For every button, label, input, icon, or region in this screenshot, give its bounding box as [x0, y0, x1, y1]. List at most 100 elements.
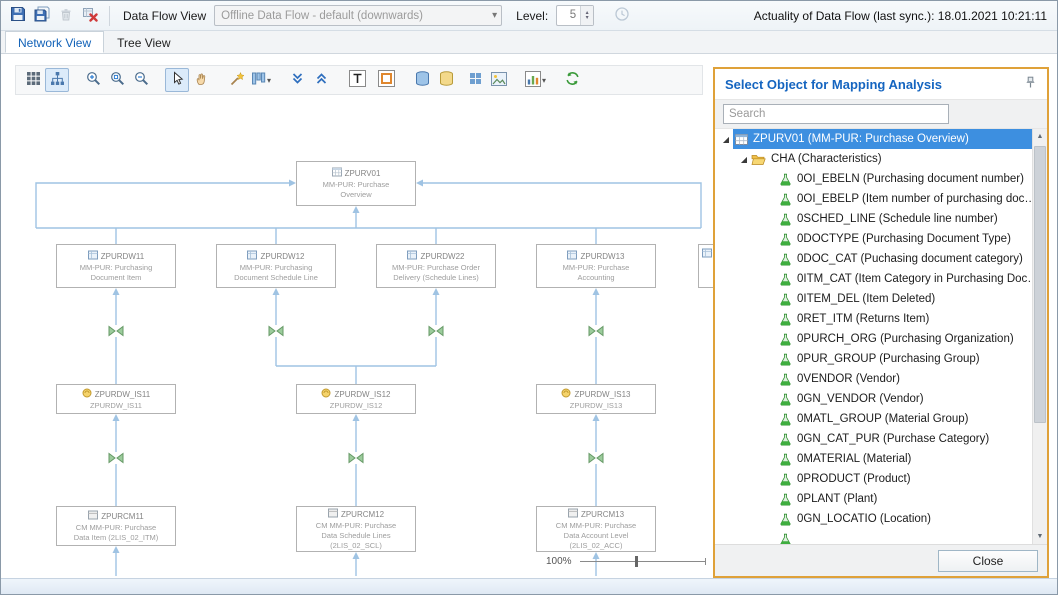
- collapse-all-button[interactable]: [285, 68, 309, 92]
- chart-icon: [525, 71, 541, 90]
- zoom-100-icon: [110, 71, 125, 89]
- show-sources-button[interactable]: [410, 68, 434, 92]
- tree-item-characteristic[interactable]: 0ITEM_DEL (Item Deleted): [715, 289, 1032, 309]
- diagram-node-zpurdw11[interactable]: ZPURDW11MM-PUR: PurchasingDocument Item: [56, 244, 176, 288]
- adso-icon: [567, 250, 577, 263]
- tree-item-characteristic[interactable]: 0OI_EBELN (Purchasing document number): [715, 169, 1032, 189]
- tree-item-characteristic[interactable]: 0SCHED_LINE (Schedule line number): [715, 209, 1032, 229]
- adso-icon: [702, 248, 712, 261]
- refresh-button[interactable]: [560, 68, 584, 92]
- tree-item-characteristic[interactable]: 0DOC_CAT (Puchasing document category): [715, 249, 1032, 269]
- save-button[interactable]: [6, 4, 30, 28]
- characteristic-icon: [779, 373, 792, 386]
- data-flow-dropdown[interactable]: Offline Data Flow - default (downwards) …: [214, 5, 502, 26]
- mapping-analysis-panel: Select Object for Mapping Analysis ◢ ZPU…: [713, 67, 1049, 578]
- zoom-out-icon: [134, 71, 149, 89]
- schedule-sync-button[interactable]: [610, 4, 634, 28]
- tree-item-characteristic[interactable]: 0PURCH_ORG (Purchasing Organization): [715, 329, 1032, 349]
- tree-item-characteristic[interactable]: 0VENDOR (Vendor): [715, 369, 1032, 389]
- pin-button[interactable]: [1021, 75, 1039, 93]
- characteristic-icon: [779, 213, 792, 226]
- tree-item-characteristic[interactable]: 0GN_LOCATIO (Location): [715, 509, 1032, 529]
- snap-grid-button[interactable]: [21, 68, 45, 92]
- diagram-node-zpurcm11[interactable]: ZPURCM11CM MM-PUR: PurchaseData Item (2L…: [56, 506, 176, 546]
- tree-item-characteristic[interactable]: 0DOCTYPE (Purchasing Document Type): [715, 229, 1032, 249]
- tree-item-characteristic[interactable]: 0ITM_CAT (Item Category in Purchasing Do…: [715, 269, 1032, 289]
- diagram-node-zpurdw12[interactable]: ZPURDW12MM-PUR: PurchasingDocument Sched…: [216, 244, 336, 288]
- analysis-view-button[interactable]: ▾: [523, 68, 548, 92]
- scrollbar-track[interactable]: [1033, 144, 1047, 529]
- tree-item-characteristic[interactable]: 0PUR_GROUP (Purchasing Group): [715, 349, 1032, 369]
- diagram-node-zpurdw_is13[interactable]: ZPURDW_IS13ZPURDW_IS13: [536, 384, 656, 414]
- auto-layout-button[interactable]: [225, 68, 249, 92]
- pan-tool-button[interactable]: [189, 68, 213, 92]
- text-icon: [349, 70, 366, 90]
- expander-icon[interactable]: ◢: [737, 155, 751, 164]
- zoom-control[interactable]: 100%: [546, 555, 706, 568]
- characteristic-icon: [779, 473, 792, 486]
- panel-search-area: [715, 99, 1047, 129]
- folder-icon: [751, 153, 766, 166]
- tree-item-characteristic[interactable]: 0PRODUCT (Product): [715, 469, 1032, 489]
- zoom-in-button[interactable]: [81, 68, 105, 92]
- diagram-node-zpurdw22[interactable]: ZPURDW22MM-PUR: Purchase OrderDelivery (…: [376, 244, 496, 288]
- scroll-down-arrow[interactable]: ▼: [1033, 529, 1047, 544]
- diagram-node-zpurcm13[interactable]: ZPURCM13CM MM-PUR: PurchaseData Account …: [536, 506, 656, 552]
- diagram-node-zpurv01[interactable]: ZPURV01MM-PUR: PurchaseOverview: [296, 161, 416, 206]
- spinner-down-icon[interactable]: ▾: [586, 16, 589, 21]
- small-grid-icon: [469, 72, 482, 88]
- zoom-value-label: 100%: [546, 556, 572, 567]
- diagram-node-zpurdw_is12[interactable]: ZPURDW_IS12ZPURDW_IS12: [296, 384, 416, 414]
- data-flow-dropdown-value: Offline Data Flow - default (downwards): [221, 10, 488, 22]
- spinner-arrows[interactable]: ▴▾: [580, 6, 593, 25]
- tree-item-characteristic[interactable]: 0GN_VENDOR (Vendor): [715, 389, 1032, 409]
- search-input[interactable]: [723, 104, 949, 124]
- tab-tree-view[interactable]: Tree View: [104, 31, 183, 53]
- characteristic-icon: [779, 493, 792, 506]
- tree-item-characteristic[interactable]: [715, 529, 1032, 544]
- diagram-node-zpurdw13[interactable]: ZPURDW13MM-PUR: PurchaseAccounting: [536, 244, 656, 288]
- show-targets-button[interactable]: [434, 68, 458, 92]
- adso-icon: [88, 250, 98, 263]
- zoom-slider[interactable]: [580, 555, 706, 568]
- delete-button[interactable]: [54, 4, 78, 28]
- characteristic-icon: [779, 273, 792, 286]
- diagram-node-zpurcm12[interactable]: ZPURCM12CM MM-PUR: PurchaseData Schedule…: [296, 506, 416, 552]
- infosource-icon: [82, 388, 92, 401]
- image-icon: [491, 72, 507, 89]
- layout-options-button[interactable]: ▾: [249, 68, 273, 92]
- tab-network-view[interactable]: Network View: [5, 31, 104, 53]
- object-tree: ◢ ZPURV01 (MM-PUR: Purchase Overview) ◢ …: [715, 129, 1047, 544]
- tree-scrollbar[interactable]: ▲ ▼: [1032, 129, 1047, 544]
- scroll-up-arrow[interactable]: ▲: [1033, 129, 1047, 144]
- save-all-button[interactable]: [30, 4, 54, 28]
- delete-data-flow-button[interactable]: [78, 4, 102, 28]
- add-frame-button[interactable]: [374, 68, 398, 92]
- tree-item-characteristic[interactable]: 0GN_CAT_PUR (Purchase Category): [715, 429, 1032, 449]
- panel-footer: Close: [715, 544, 1047, 576]
- tree-item-root[interactable]: ◢ ZPURV01 (MM-PUR: Purchase Overview): [715, 129, 1032, 149]
- export-image-button[interactable]: [487, 68, 511, 92]
- diagram-node-zpurdw_is11[interactable]: ZPURDW_IS11ZPURDW_IS11: [56, 384, 176, 414]
- select-tool-button[interactable]: [165, 68, 189, 92]
- tree-item-characteristic[interactable]: 0MATL_GROUP (Material Group): [715, 409, 1032, 429]
- tree-item-characteristic[interactable]: 0RET_ITM (Returns Item): [715, 309, 1032, 329]
- zoom-100-button[interactable]: [105, 68, 129, 92]
- tree-item-characteristic[interactable]: 0PLANT (Plant): [715, 489, 1032, 509]
- tree-item-characteristic[interactable]: 0OI_EBELP (Item number of purchasing doc…: [715, 189, 1032, 209]
- grid-view-button[interactable]: [463, 68, 487, 92]
- add-text-button[interactable]: [345, 68, 369, 92]
- tree-item-cha-folder[interactable]: ◢ CHA (Characteristics): [715, 149, 1032, 169]
- grid-icon: [26, 71, 41, 89]
- diagram-toolbar: ▾ ▾: [15, 65, 703, 95]
- scrollbar-thumb[interactable]: [1034, 146, 1046, 423]
- expander-icon[interactable]: ◢: [719, 135, 733, 144]
- tree-item-characteristic[interactable]: 0MATERIAL (Material): [715, 449, 1032, 469]
- expand-all-button[interactable]: [309, 68, 333, 92]
- level-spinner[interactable]: 5 ▴▾: [556, 5, 594, 26]
- zoom-out-button[interactable]: [129, 68, 153, 92]
- close-button[interactable]: Close: [938, 550, 1038, 572]
- hierarchic-layout-button[interactable]: [45, 68, 69, 92]
- infosource-icon: [321, 388, 331, 401]
- zoom-slider-handle[interactable]: [635, 556, 638, 567]
